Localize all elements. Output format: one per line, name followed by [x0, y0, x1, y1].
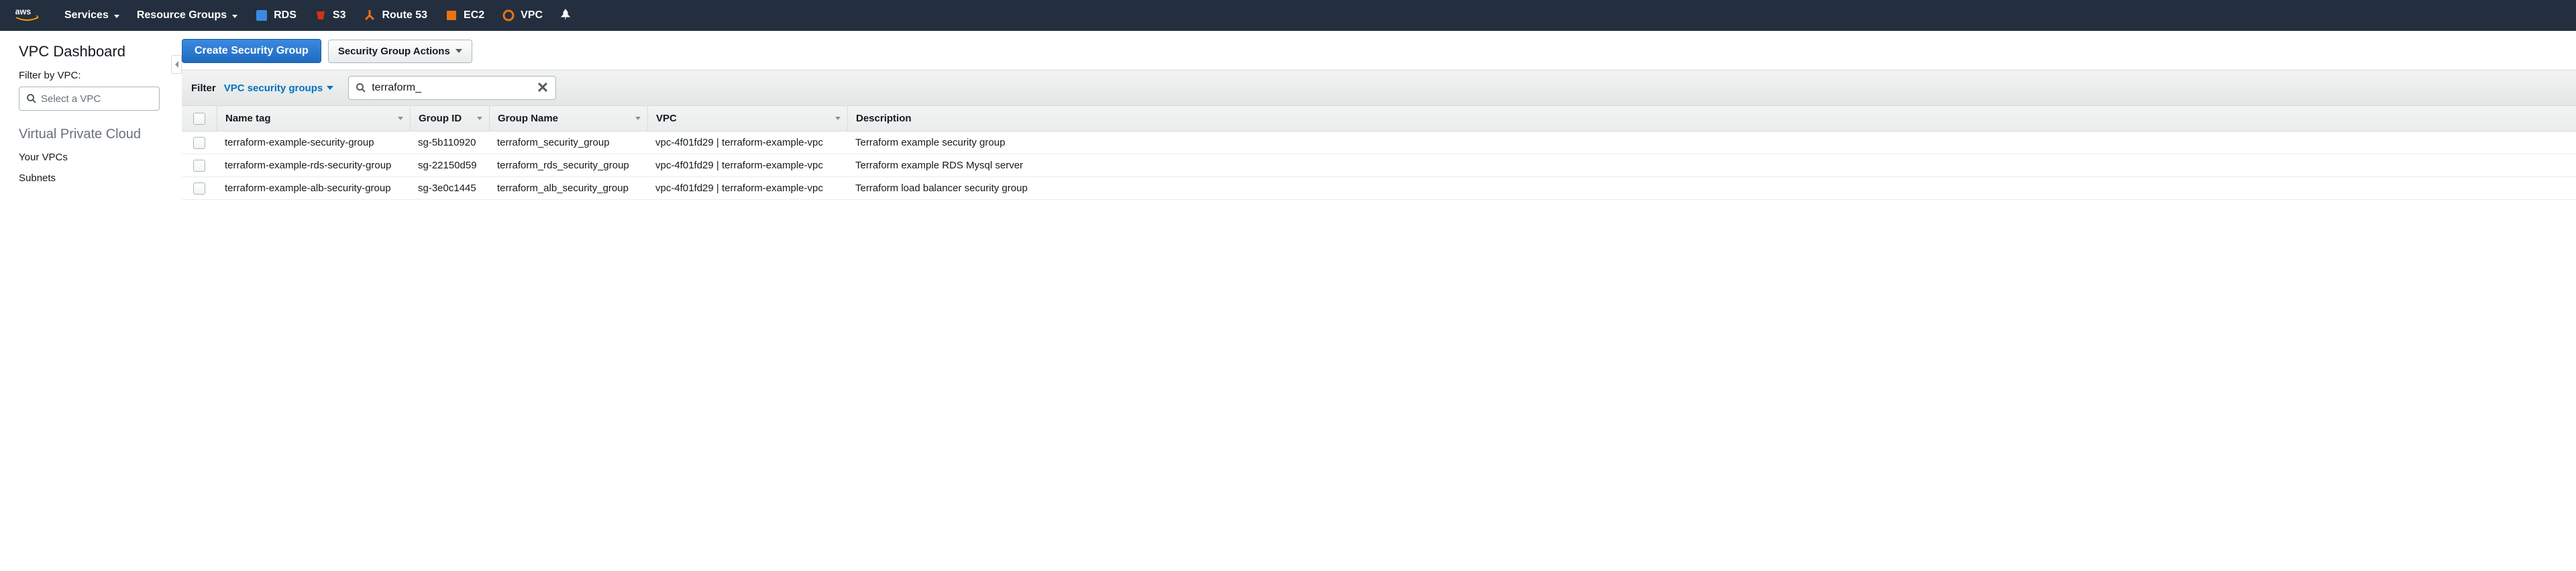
svg-text:aws: aws — [15, 7, 32, 16]
table-row[interactable]: terraform-example-alb-security-group sg-… — [182, 177, 2576, 200]
cell-group-id: sg-22150d59 — [410, 160, 489, 171]
vpc-select[interactable]: Select a VPC — [19, 87, 160, 111]
sort-icon — [398, 117, 403, 120]
resource-groups-menu[interactable]: Resource Groups — [137, 9, 237, 21]
cell-group-id: sg-5b110920 — [410, 137, 489, 148]
row-checkbox[interactable] — [193, 183, 205, 195]
sidebar-link-subnets[interactable]: Subnets — [19, 172, 154, 184]
table-header: Name tag Group ID Group Name VPC Descrip… — [182, 106, 2576, 132]
column-header-vpc[interactable]: VPC — [647, 106, 847, 131]
table-row[interactable]: terraform-example-rds-security-group sg-… — [182, 154, 2576, 177]
search-input[interactable] — [372, 82, 531, 94]
cell-vpc: vpc-4f01fd29 | terraform-example-vpc — [647, 160, 847, 171]
create-security-group-button[interactable]: Create Security Group — [182, 39, 321, 63]
sort-icon — [635, 117, 641, 120]
cell-group-id: sg-3e0c1445 — [410, 183, 489, 194]
cell-group-name: terraform_alb_security_group — [489, 183, 647, 194]
sidebar-section-heading: Virtual Private Cloud — [19, 127, 154, 142]
main-content: Create Security Group Security Group Act… — [172, 31, 2576, 205]
cell-group-name: terraform_rds_security_group — [489, 160, 647, 171]
cell-vpc: vpc-4f01fd29 | terraform-example-vpc — [647, 183, 847, 194]
search-box[interactable]: ✕ — [348, 76, 556, 100]
chevron-down-icon — [114, 15, 119, 18]
row-checkbox[interactable] — [193, 137, 205, 149]
cell-description: Terraform example security group — [847, 137, 2576, 148]
cell-vpc: vpc-4f01fd29 | terraform-example-vpc — [647, 137, 847, 148]
table-row[interactable]: terraform-example-security-group sg-5b11… — [182, 132, 2576, 154]
clear-search-icon[interactable]: ✕ — [537, 81, 549, 95]
chevron-down-icon — [455, 49, 462, 53]
resource-groups-label: Resource Groups — [137, 9, 227, 21]
chevron-down-icon — [232, 15, 237, 18]
vpc-icon — [502, 9, 515, 22]
route53-icon — [363, 9, 376, 22]
shortcut-label: S3 — [333, 9, 346, 21]
services-menu[interactable]: Services — [64, 9, 119, 21]
column-header-name-tag[interactable]: Name tag — [217, 106, 410, 131]
row-checkbox[interactable] — [193, 160, 205, 172]
chevron-down-icon — [327, 86, 333, 90]
cell-name-tag: terraform-example-alb-security-group — [217, 183, 410, 194]
cell-description: Terraform load balancer security group — [847, 183, 2576, 194]
column-header-description[interactable]: Description — [847, 106, 2576, 131]
top-nav: aws Services Resource Groups RDS S3 Rout… — [0, 0, 2576, 31]
security-groups-table: Name tag Group ID Group Name VPC Descrip… — [182, 106, 2576, 200]
sidebar-link-your-vpcs[interactable]: Your VPCs — [19, 152, 154, 163]
cell-description: Terraform example RDS Mysql server — [847, 160, 2576, 171]
search-icon — [26, 93, 37, 104]
action-row: Create Security Group Security Group Act… — [182, 39, 2576, 63]
sg-actions-label: Security Group Actions — [338, 46, 450, 57]
filter-by-vpc-label: Filter by VPC: — [19, 70, 154, 81]
search-icon — [356, 83, 366, 93]
sidebar-title[interactable]: VPC Dashboard — [19, 43, 154, 60]
filter-bar: Filter VPC security groups ✕ — [182, 70, 2576, 106]
select-all-checkbox[interactable] — [193, 113, 205, 125]
rds-icon — [255, 9, 268, 22]
shortcut-route53[interactable]: Route 53 — [363, 9, 427, 22]
sidebar: VPC Dashboard Filter by VPC: Select a VP… — [0, 31, 172, 205]
vpc-select-placeholder: Select a VPC — [41, 93, 101, 105]
sidebar-collapse-toggle[interactable] — [171, 55, 182, 74]
filter-label: Filter — [191, 83, 216, 94]
filter-dropdown-label: VPC security groups — [224, 83, 323, 94]
ec2-icon — [445, 9, 458, 22]
services-label: Services — [64, 9, 109, 21]
sort-icon — [477, 117, 482, 120]
cell-group-name: terraform_security_group — [489, 137, 647, 148]
shortcut-ec2[interactable]: EC2 — [445, 9, 484, 22]
cell-name-tag: terraform-example-rds-security-group — [217, 160, 410, 171]
shortcut-label: Route 53 — [382, 9, 427, 21]
shortcut-label: VPC — [521, 9, 543, 21]
aws-logo[interactable]: aws — [15, 6, 47, 25]
column-header-group-name[interactable]: Group Name — [489, 106, 647, 131]
pin-icon[interactable] — [560, 9, 571, 23]
shortcut-s3[interactable]: S3 — [314, 9, 346, 22]
filter-dropdown[interactable]: VPC security groups — [224, 83, 334, 94]
shortcut-vpc[interactable]: VPC — [502, 9, 543, 22]
shortcut-rds[interactable]: RDS — [255, 9, 297, 22]
shortcut-label: EC2 — [464, 9, 484, 21]
column-header-group-id[interactable]: Group ID — [410, 106, 489, 131]
s3-icon — [314, 9, 327, 22]
security-group-actions-button[interactable]: Security Group Actions — [328, 40, 472, 63]
shortcut-label: RDS — [274, 9, 297, 21]
sort-icon — [835, 117, 841, 120]
cell-name-tag: terraform-example-security-group — [217, 137, 410, 148]
